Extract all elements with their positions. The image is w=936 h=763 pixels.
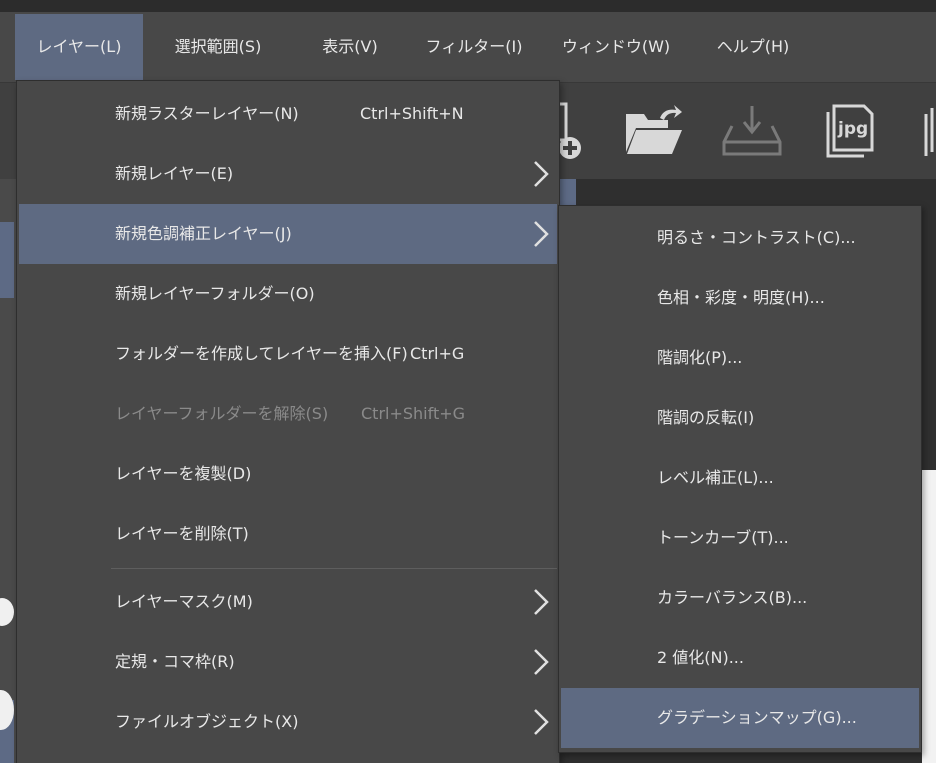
submenu-item-brightness-contrast[interactable]: 明るさ・コントラスト(C)...	[561, 208, 919, 268]
menu-item-label: 明るさ・コントラスト(C)...	[657, 228, 856, 247]
canvas-paper-edge	[922, 470, 936, 763]
chevron-right-icon	[534, 649, 549, 675]
menu-item-label: 階調の反転(I)	[657, 408, 755, 427]
menu-item-label: 新規レイヤーフォルダー(O)	[115, 284, 315, 303]
menu-item-label: カラーバランス(B)...	[657, 588, 808, 607]
menu-selection[interactable]: 選択範囲(S)	[155, 14, 281, 80]
menu-item-file-object[interactable]: ファイルオブジェクト(X)	[19, 692, 557, 752]
menu-item-duplicate-layer[interactable]: レイヤーを複製(D)	[19, 444, 557, 504]
submenu-item-gradient-map[interactable]: グラデーションマップ(G)...	[561, 688, 919, 748]
menu-item-label: フォルダーを作成してレイヤーを挿入(F)	[115, 344, 408, 363]
menu-item-label: 定規・コマ枠(R)	[115, 652, 235, 671]
title-strip	[0, 0, 936, 12]
menu-separator	[111, 568, 557, 569]
menu-item-label: トーンカーブ(T)...	[657, 528, 789, 547]
menu-item-label: 新規レイヤー(E)	[115, 164, 234, 183]
menu-item-label: レイヤーマスク(M)	[115, 592, 253, 611]
menu-help[interactable]: ヘルプ(H)	[703, 14, 803, 80]
submenu-item-posterization[interactable]: 階調化(P)...	[561, 328, 919, 388]
submenu-item-tone-curve[interactable]: トーンカーブ(T)...	[561, 508, 919, 568]
adjustment-layer-submenu: 明るさ・コントラスト(C)... 色相・彩度・明度(H)... 階調化(P)..…	[558, 205, 922, 753]
menu-item-release-layer-folder: レイヤーフォルダーを解除(S) Ctrl+Shift+G	[19, 384, 557, 444]
chevron-right-icon	[534, 709, 549, 735]
menu-item-new-adjustment-layer[interactable]: 新規色調補正レイヤー(J)	[19, 204, 557, 264]
menu-item-shortcut: Ctrl+G	[410, 344, 465, 363]
menu-item-label: 階調化(P)...	[657, 348, 743, 367]
menu-item-label: レイヤーを複製(D)	[115, 464, 252, 483]
submenu-item-color-balance[interactable]: カラーバランス(B)...	[561, 568, 919, 628]
left-panel-selection	[0, 222, 14, 298]
menu-item-label: 色相・彩度・明度(H)...	[657, 288, 825, 307]
menu-item-shortcut: Ctrl+Shift+G	[361, 404, 466, 423]
menu-item-label: 新規ラスターレイヤー(N)	[115, 104, 299, 123]
menu-item-layer-mask[interactable]: レイヤーマスク(M)	[19, 572, 557, 632]
menu-filter[interactable]: フィルター(I)	[420, 14, 528, 80]
jpg-export-icon[interactable]: jpg	[824, 102, 876, 160]
menu-item-label: 2 値化(N)...	[657, 648, 744, 667]
menu-window[interactable]: ウィンドウ(W)	[555, 14, 677, 80]
menu-item-new-layer-folder[interactable]: 新規レイヤーフォルダー(O)	[19, 264, 557, 324]
download-tray-icon[interactable]	[722, 104, 782, 156]
menu-item-label: 新規色調補正レイヤー(J)	[115, 224, 292, 243]
menu-item-label: レイヤーを削除(T)	[115, 524, 249, 543]
partial-tool-icon[interactable]	[922, 104, 936, 156]
layer-menu-dropdown: 新規ラスターレイヤー(N) Ctrl+Shift+N 新規レイヤー(E) 新規色…	[16, 80, 560, 763]
menu-item-label: グラデーションマップ(G)...	[657, 708, 857, 727]
menu-layer[interactable]: レイヤー(L)	[15, 14, 143, 80]
chevron-right-icon	[534, 589, 549, 615]
chevron-right-icon	[534, 221, 549, 247]
menu-item-delete-layer[interactable]: レイヤーを削除(T)	[19, 504, 557, 564]
submenu-item-reverse-gradient[interactable]: 階調の反転(I)	[561, 388, 919, 448]
menu-item-create-folder-insert[interactable]: フォルダーを作成してレイヤーを挿入(F) Ctrl+G	[19, 324, 557, 384]
submenu-item-hue-saturation[interactable]: 色相・彩度・明度(H)...	[561, 268, 919, 328]
submenu-item-level-correction[interactable]: レベル補正(L)...	[561, 448, 919, 508]
menu-view[interactable]: 表示(V)	[306, 14, 394, 80]
menu-item-ruler-frame[interactable]: 定規・コマ枠(R)	[19, 632, 557, 692]
menu-item-new-raster-layer[interactable]: 新規ラスターレイヤー(N) Ctrl+Shift+N	[19, 84, 557, 144]
menu-bar: レイヤー(L) 選択範囲(S) 表示(V) フィルター(I) ウィンドウ(W) …	[0, 12, 936, 83]
menu-item-label: ファイルオブジェクト(X)	[115, 712, 299, 731]
menu-item-label: レベル補正(L)...	[657, 468, 774, 487]
svg-text:jpg: jpg	[837, 119, 868, 139]
submenu-item-binarization[interactable]: 2 値化(N)...	[561, 628, 919, 688]
menu-item-label: レイヤーフォルダーを解除(S)	[115, 404, 329, 423]
menu-item-new-layer[interactable]: 新規レイヤー(E)	[19, 144, 557, 204]
open-folder-icon[interactable]	[624, 104, 684, 158]
menu-item-shortcut: Ctrl+Shift+N	[360, 104, 464, 123]
chevron-right-icon	[534, 161, 549, 187]
